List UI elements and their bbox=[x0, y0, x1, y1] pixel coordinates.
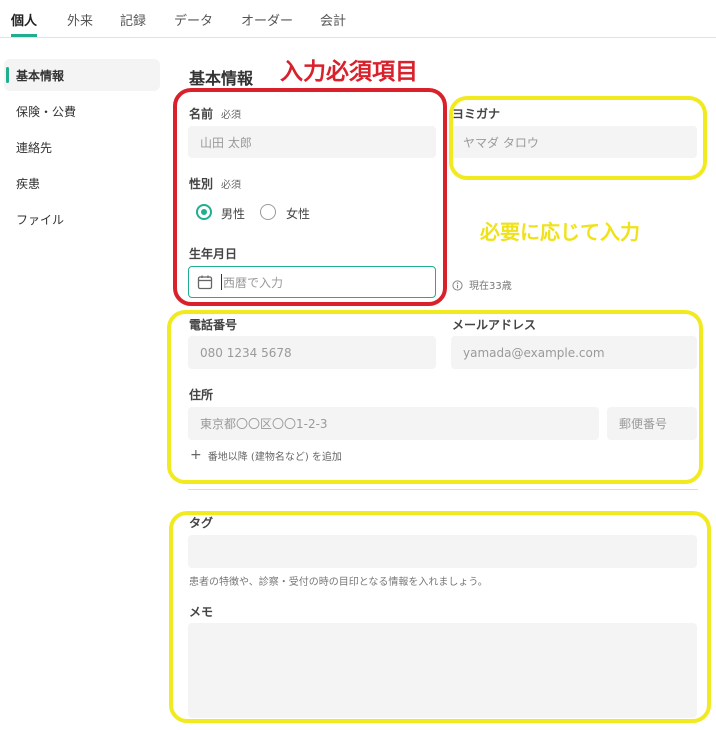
sidebar-item-insurance[interactable]: 保険・公費 bbox=[16, 103, 76, 120]
tab-orders[interactable]: オーダー bbox=[241, 10, 293, 29]
optional-notes-highlight bbox=[169, 511, 711, 723]
info-icon bbox=[452, 276, 463, 291]
page-title: 基本情報 bbox=[189, 69, 254, 88]
annotation-required-label: 入力必須項目 bbox=[280, 59, 418, 85]
optional-contact-highlight bbox=[167, 310, 703, 484]
tab-personal[interactable]: 個人 bbox=[11, 10, 37, 29]
sidebar-item-files[interactable]: ファイル bbox=[16, 211, 64, 228]
section-divider bbox=[188, 489, 698, 490]
annotation-optional-label: 必要に応じて入力 bbox=[480, 220, 640, 244]
tab-data[interactable]: データ bbox=[174, 10, 213, 29]
tab-outpatient[interactable]: 外来 bbox=[67, 10, 93, 29]
optional-kana-highlight bbox=[449, 96, 707, 180]
tab-billing[interactable]: 会計 bbox=[320, 10, 346, 29]
age-note: 現在33歳 bbox=[469, 281, 512, 292]
sidebar-active-indicator bbox=[6, 67, 9, 83]
top-nav: 個人 外来 記録 データ オーダー 会計 bbox=[0, 0, 716, 38]
sidebar-item-basic-info[interactable]: 基本情報 bbox=[16, 67, 64, 84]
sidebar-item-contact[interactable]: 連絡先 bbox=[16, 139, 52, 156]
active-tab-indicator bbox=[11, 34, 37, 37]
required-fields-highlight bbox=[173, 88, 447, 306]
sidebar-item-disease[interactable]: 疾患 bbox=[16, 175, 40, 192]
tab-records[interactable]: 記録 bbox=[120, 10, 146, 29]
